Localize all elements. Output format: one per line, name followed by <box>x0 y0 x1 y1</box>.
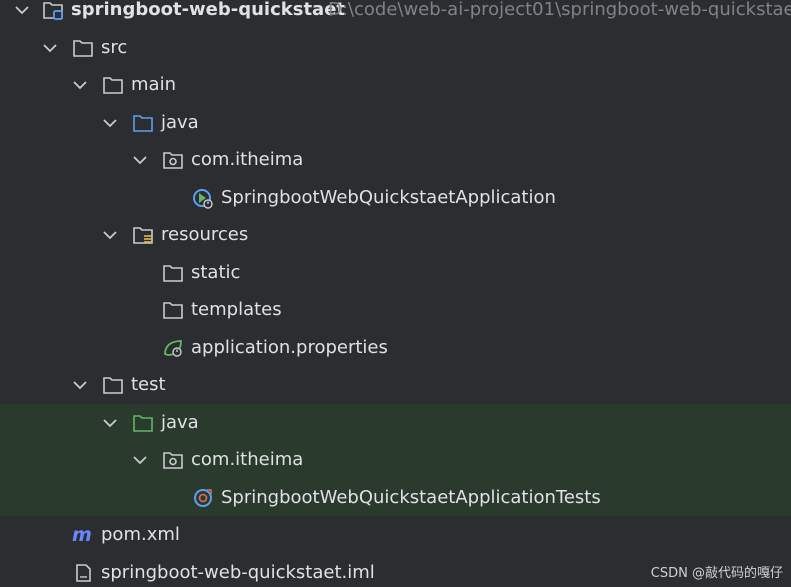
tree-node-application-properties[interactable]: application.properties <box>0 329 791 367</box>
tree-node-resources[interactable]: resources <box>0 216 791 254</box>
tree-node-label: SpringbootWebQuickstaetApplication <box>221 186 556 208</box>
tree-node-main-package[interactable]: com.itheima <box>0 141 791 179</box>
folder-icon <box>163 302 183 319</box>
chevron-down-icon[interactable] <box>130 150 150 170</box>
tree-node-label: springboot-web-quickstaet.iml <box>101 561 375 583</box>
source-folder-icon <box>133 114 153 132</box>
package-icon <box>163 152 183 169</box>
test-source-folder-icon <box>133 414 153 432</box>
tree-node-label: test <box>131 374 166 395</box>
folder-icon <box>103 77 123 94</box>
tree-node-label: com.itheima <box>191 149 304 170</box>
chevron-down-icon[interactable] <box>100 113 120 133</box>
tree-node-label: main <box>131 74 176 95</box>
tree-node-pom[interactable]: m pom.xml <box>0 516 791 554</box>
resources-folder-icon <box>133 227 153 244</box>
chevron-down-icon[interactable] <box>100 225 120 245</box>
chevron-down-icon[interactable] <box>100 413 120 433</box>
file-icon <box>76 563 91 582</box>
tree-node-label: com.itheima <box>191 449 304 470</box>
spring-boot-application-icon <box>193 188 213 209</box>
watermark: CSDN @敲代码的嘎仔 <box>650 566 783 581</box>
tree-node-src[interactable]: src <box>0 29 791 67</box>
chevron-down-icon[interactable] <box>12 0 32 20</box>
svg-text:m: m <box>72 524 92 546</box>
chevron-down-icon[interactable] <box>70 375 90 395</box>
tree-node-test-java[interactable]: java <box>0 403 791 441</box>
project-tree: springboot-web-quickstaet D:\code\web-ai… <box>0 0 791 587</box>
folder-icon <box>103 377 123 394</box>
folder-icon <box>163 264 183 282</box>
tree-node-label: src <box>101 36 128 58</box>
tree-node-label: java <box>161 111 199 133</box>
chevron-down-icon[interactable] <box>70 75 90 95</box>
tree-node-label: SpringbootWebQuickstaetApplicationTests <box>221 486 601 508</box>
tree-node-main[interactable]: main <box>0 66 791 104</box>
tree-node-test[interactable]: test <box>0 366 791 404</box>
tree-node-label: resources <box>161 224 249 245</box>
tree-node-test-class[interactable]: SpringbootWebQuickstaetApplicationTests <box>0 478 791 516</box>
maven-icon: m <box>72 524 92 546</box>
module-folder-icon <box>43 2 63 20</box>
tree-node-project-root[interactable]: springboot-web-quickstaet D:\code\web-ai… <box>0 0 791 29</box>
spring-properties-icon <box>164 339 182 357</box>
project-name: springboot-web-quickstaet <box>71 0 346 20</box>
tree-node-static[interactable]: static <box>0 254 791 292</box>
tree-node-main-java[interactable]: java <box>0 104 791 142</box>
tree-node-templates[interactable]: templates <box>0 291 791 329</box>
chevron-down-icon[interactable] <box>130 450 150 470</box>
folder-icon <box>73 39 93 57</box>
tree-node-application-class[interactable]: SpringbootWebQuickstaetApplication <box>0 179 791 217</box>
tree-node-label: templates <box>191 299 282 320</box>
package-icon <box>163 452 183 469</box>
tree-node-test-package[interactable]: com.itheima <box>0 441 791 479</box>
chevron-down-icon[interactable] <box>40 38 60 58</box>
tree-node-label: static <box>191 261 241 283</box>
project-path: D:\code\web-ai-project01\springboot-web-… <box>328 0 791 20</box>
tree-node-label: pom.xml <box>101 524 180 545</box>
tree-node-label: application.properties <box>191 336 388 358</box>
test-class-icon <box>194 488 212 507</box>
tree-node-label: java <box>161 411 199 433</box>
